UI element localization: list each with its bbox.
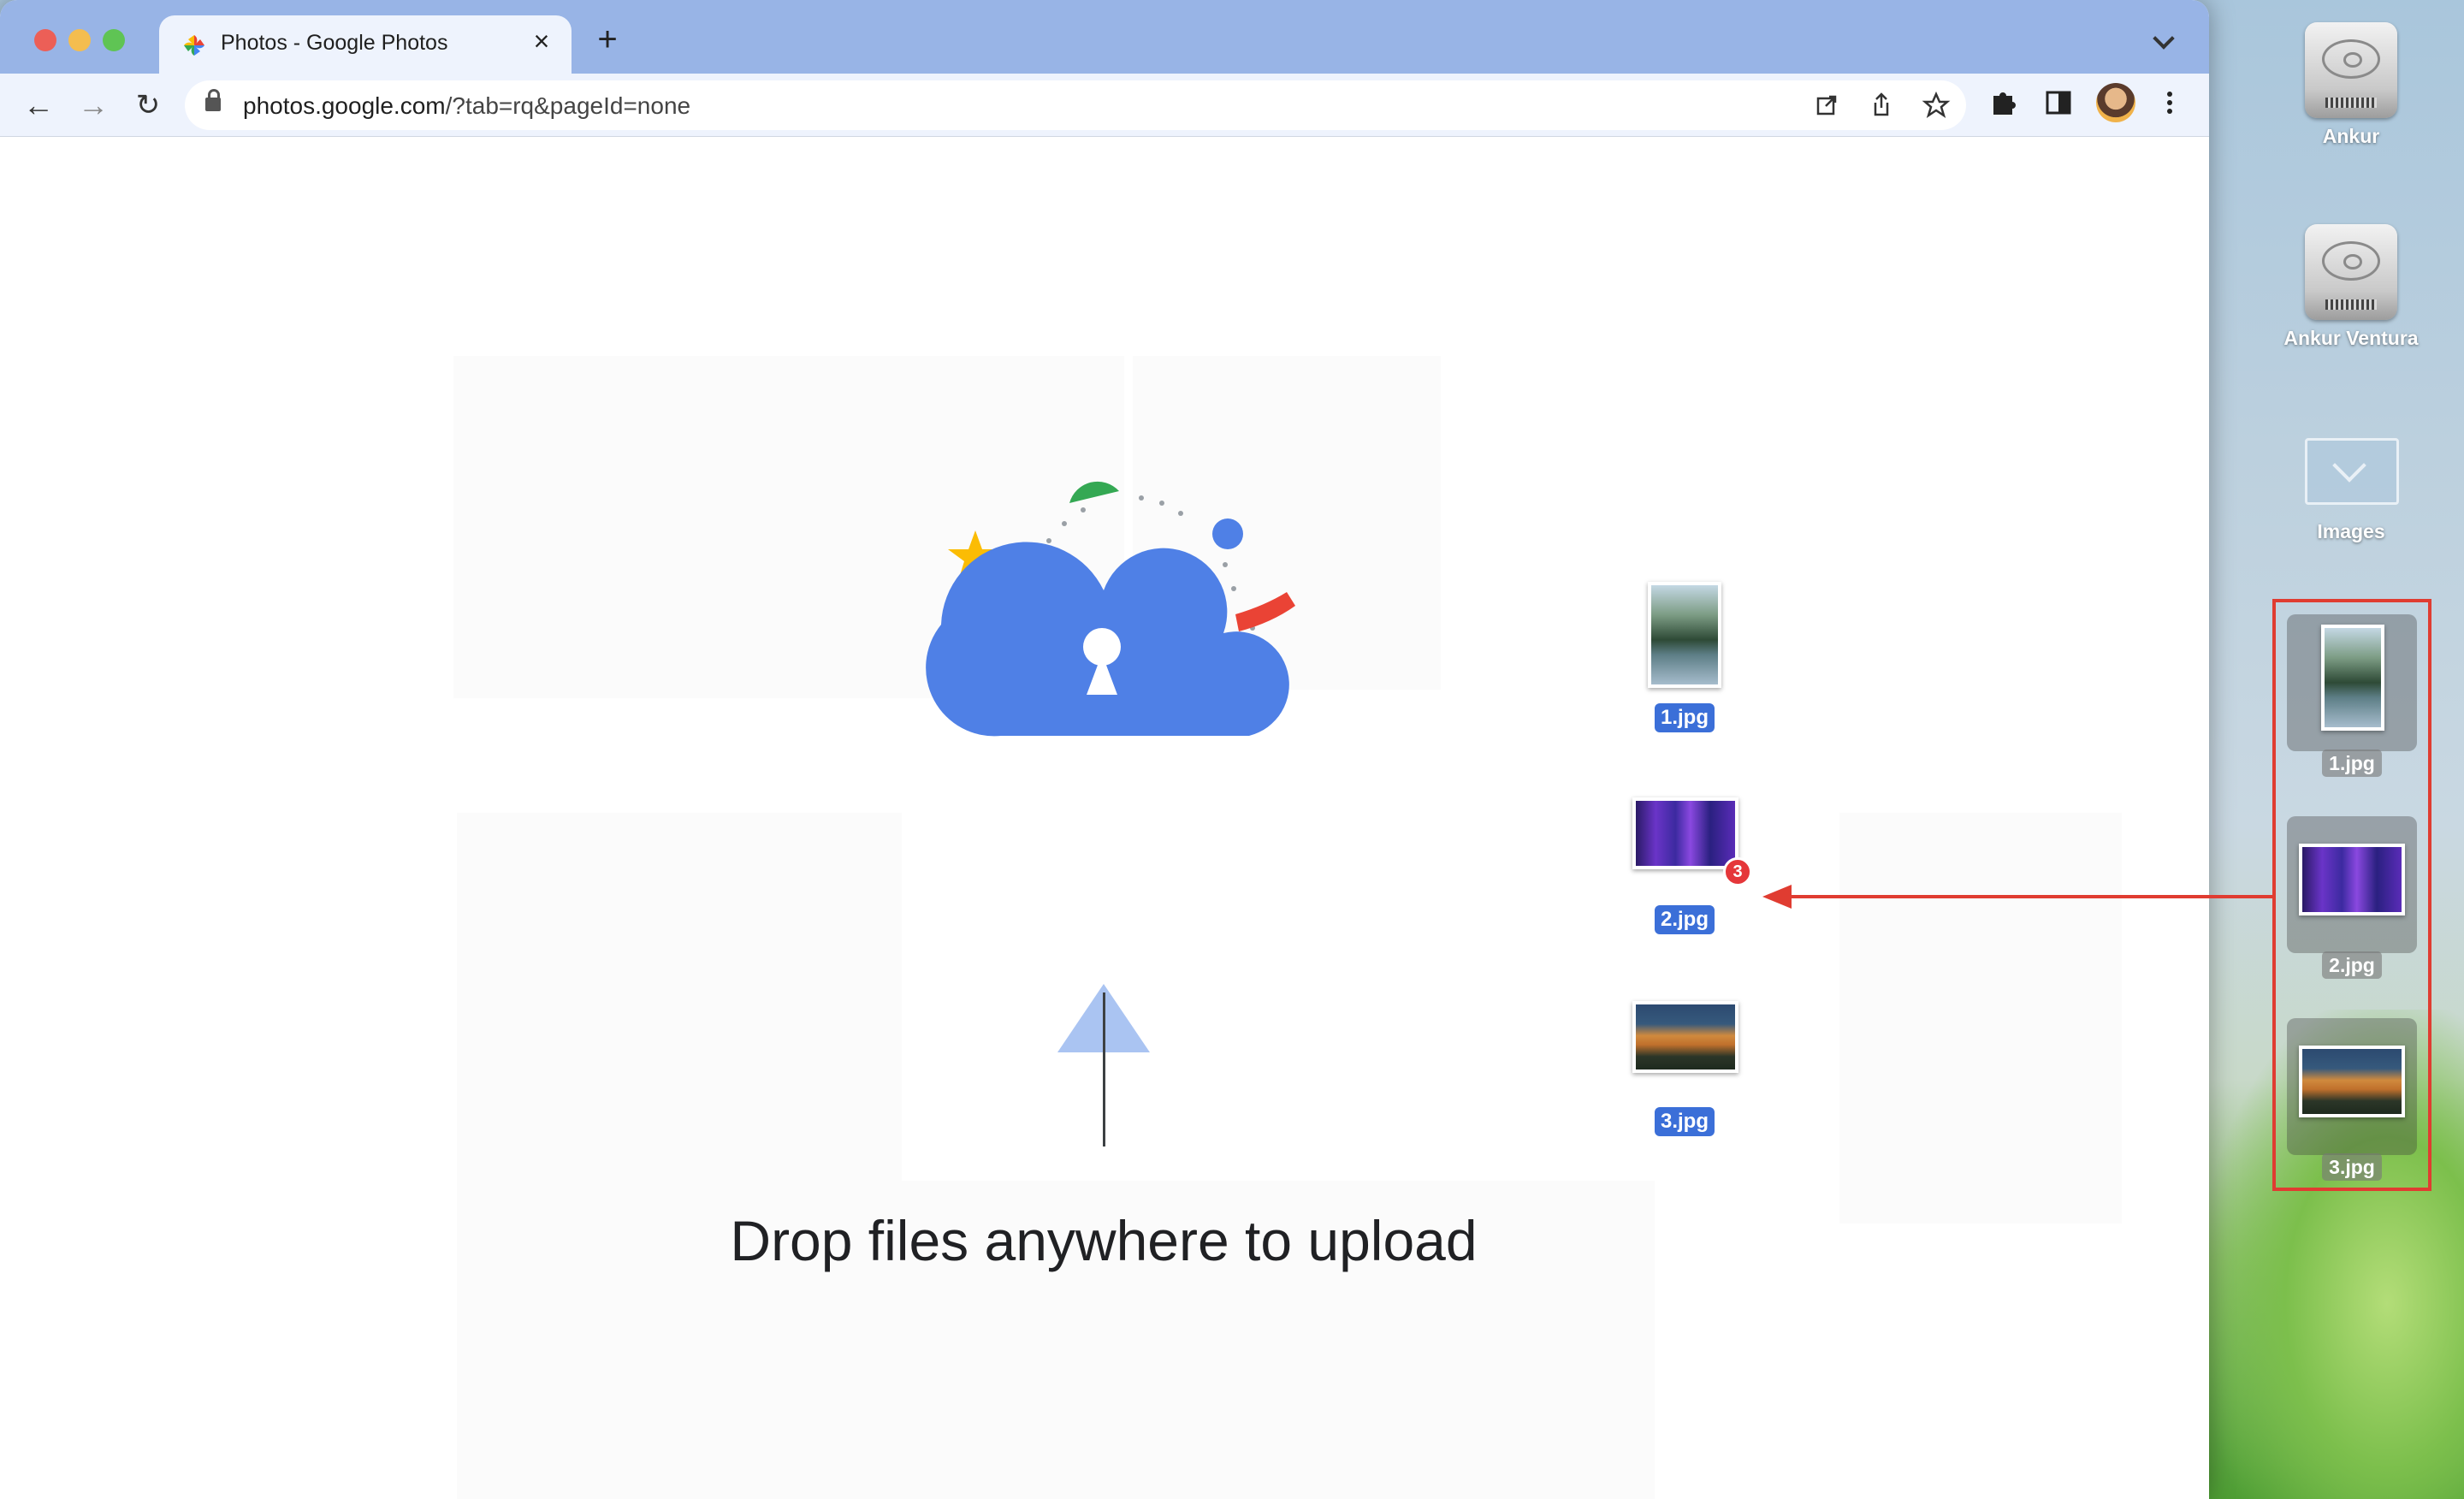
desktop-folder-images[interactable]: Images: [2257, 428, 2445, 543]
image-thumbnail: [1632, 797, 1738, 869]
minimize-window-button[interactable]: [68, 29, 91, 51]
url-text: photos.google.com/?tab=rq&pageId=none: [243, 92, 691, 119]
drop-overlay[interactable]: Drop files anywhere to upload: [0, 137, 2209, 1499]
dragged-file-label: 3.jpg: [1655, 1107, 1715, 1136]
profile-avatar[interactable]: [2096, 83, 2135, 122]
close-window-button[interactable]: [34, 29, 56, 51]
tab-title: Photos - Google Photos: [221, 31, 448, 55]
more-menu-icon[interactable]: [2151, 84, 2189, 121]
drop-files-message: Drop files anywhere to upload: [730, 1209, 1478, 1272]
tab-close-icon[interactable]: ×: [527, 26, 556, 57]
image-thumbnail: [1648, 582, 1721, 688]
dragged-file-label: 1.jpg: [1655, 703, 1715, 732]
annotation-highlight-box: [2272, 599, 2431, 1191]
google-photos-icon: [184, 35, 204, 56]
desktop-drive-ankur[interactable]: Ankur: [2257, 15, 2445, 148]
side-panel-icon[interactable]: [2040, 84, 2077, 121]
annotation-arrow-line: [1792, 895, 2272, 898]
folder-icon: [2300, 428, 2402, 513]
hard-drive-icon: [2300, 217, 2402, 320]
drag-count-badge: 3: [1723, 857, 1752, 886]
share-icon[interactable]: [1867, 91, 1896, 120]
image-thumbnail: [1632, 1001, 1738, 1073]
open-in-new-window-icon[interactable]: [1812, 91, 1841, 120]
extensions-puzzle-icon[interactable]: [1985, 84, 2023, 121]
browser-window: Photos - Google Photos × + ← → ↻ photos.…: [0, 0, 2209, 1499]
hard-drive-icon: [2300, 15, 2402, 118]
background-photo-placeholder: [1839, 813, 2122, 1223]
tab-google-photos[interactable]: Photos - Google Photos ×: [159, 15, 572, 74]
lock-icon: [205, 89, 221, 111]
desktop-drive-ankur-ventura[interactable]: Ankur Ventura: [2257, 217, 2445, 350]
new-tab-button[interactable]: +: [590, 21, 625, 59]
desktop-icon-label: Images: [2317, 520, 2385, 542]
browser-toolbar: ← → ↻ photos.google.com/?tab=rq&pageId=n…: [0, 74, 2209, 137]
background-photo-placeholder: [457, 813, 902, 1223]
upload-arrow-stem: [1103, 992, 1105, 1146]
address-bar[interactable]: photos.google.com/?tab=rq&pageId=none: [185, 80, 1966, 130]
bookmark-star-icon[interactable]: [1922, 91, 1951, 120]
annotation-arrow-head: [1762, 885, 1792, 909]
forward-arrow-icon[interactable]: →: [74, 86, 113, 125]
tab-strip: Photos - Google Photos × +: [0, 0, 2209, 74]
dragged-file-label: 2.jpg: [1655, 905, 1715, 934]
maximize-window-button[interactable]: [103, 29, 125, 51]
desktop-icon-label: Ankur: [2322, 125, 2380, 147]
cloud-upload-illustration: [926, 481, 1295, 737]
back-arrow-icon[interactable]: ←: [19, 86, 58, 125]
tab-search-chevron-icon[interactable]: [2153, 27, 2175, 50]
reload-icon[interactable]: ↻: [128, 86, 168, 125]
desktop-icon-label: Ankur Ventura: [2283, 327, 2419, 349]
